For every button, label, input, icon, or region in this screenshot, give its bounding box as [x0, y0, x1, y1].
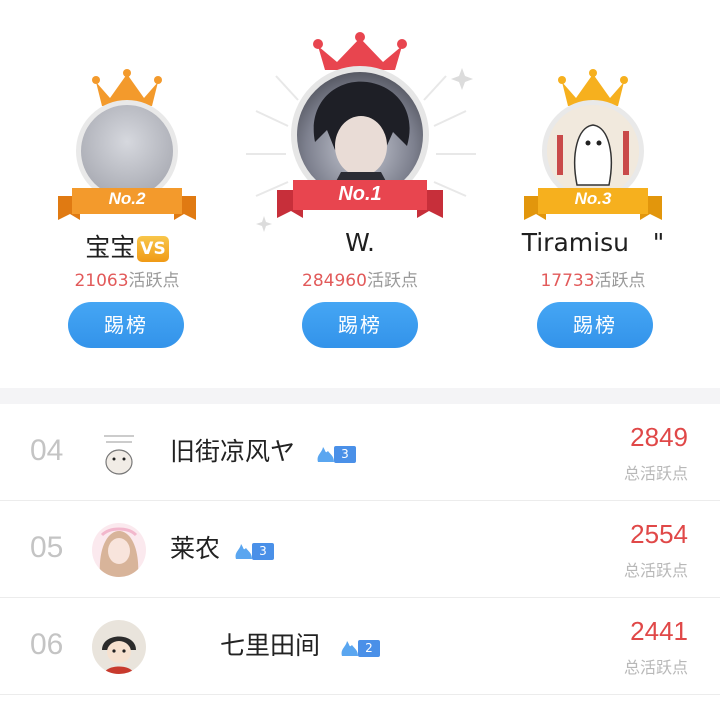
total-score-label: 总活跃点	[623, 658, 688, 677]
level-badge: 3	[234, 542, 274, 560]
total-score: 2441	[630, 616, 688, 646]
flame-icon	[235, 544, 252, 559]
total-score: 2554	[630, 519, 688, 549]
podium-second: No.2 宝宝 VS 21063活跃点 踢榜	[52, 0, 202, 388]
vs-badge-icon: VS	[137, 236, 169, 262]
score-value: 21063	[74, 271, 129, 291]
podium-section: No.2 宝宝 VS 21063活跃点 踢榜 No.1 W. 284960活跃点 …	[0, 0, 720, 388]
user-name-text: 宝宝	[85, 233, 136, 262]
section-divider	[0, 388, 720, 404]
score-suffix: 活跃点	[366, 271, 418, 291]
user-name: Tiramisu "	[521, 228, 665, 257]
rank-number: 05	[30, 531, 64, 564]
rank-label: No.3	[574, 189, 612, 208]
kick-rank-button[interactable]: 踢榜	[302, 302, 418, 348]
user-name: 旧街凉风ヤ	[170, 437, 296, 466]
score-suffix: 活跃点	[128, 271, 180, 291]
total-score-label: 总活跃点	[623, 464, 688, 483]
user-name: 莱农	[170, 534, 221, 563]
level-badge: 3	[316, 445, 356, 463]
active-score: 21063活跃点	[52, 266, 202, 291]
level-badge: 2	[340, 639, 380, 657]
avatar-illustration	[104, 435, 134, 475]
rank-label: No.1	[338, 183, 382, 205]
podium-first: No.1 W. 284960活跃点 踢榜	[277, 0, 443, 388]
avatar[interactable]	[92, 426, 146, 480]
total-score-label: 总活跃点	[623, 561, 688, 580]
level-number: 2	[358, 639, 380, 657]
list-item[interactable]: 05 莱农 3 2554 总活跃点	[0, 501, 720, 598]
flame-icon	[341, 641, 358, 656]
user-name: W.	[345, 228, 375, 257]
rank-number: 04	[30, 434, 64, 467]
kick-rank-button[interactable]: 踢榜	[537, 302, 653, 348]
flame-icon	[317, 447, 334, 462]
list-item[interactable]: 06 七里田间 2 2441 总活跃点	[0, 598, 720, 695]
score-value: 284960	[302, 271, 367, 291]
level-number: 3	[334, 445, 356, 463]
score-suffix: 活跃点	[594, 271, 646, 291]
level-number: 3	[252, 542, 274, 560]
podium-third: No.3 Tiramisu " 17733活跃点 踢榜	[518, 0, 668, 388]
active-score: 284960活跃点	[285, 266, 435, 291]
rank-number: 06	[30, 628, 64, 661]
avatar[interactable]	[92, 620, 146, 674]
score-value: 17733	[540, 271, 595, 291]
total-score: 2849	[630, 422, 688, 452]
avatar-illustration	[102, 636, 136, 674]
rank-label: No.2	[108, 189, 146, 208]
user-name: 宝宝 VS	[52, 228, 202, 264]
list-item[interactable]: 04 旧街凉风ヤ 3 2849 总活跃点	[0, 404, 720, 501]
active-score: 17733活跃点	[518, 266, 668, 291]
avatar[interactable]	[92, 523, 146, 577]
user-name: 七里田间	[220, 631, 321, 660]
avatar-illustration	[99, 527, 139, 577]
kick-rank-button[interactable]: 踢榜	[68, 302, 184, 348]
